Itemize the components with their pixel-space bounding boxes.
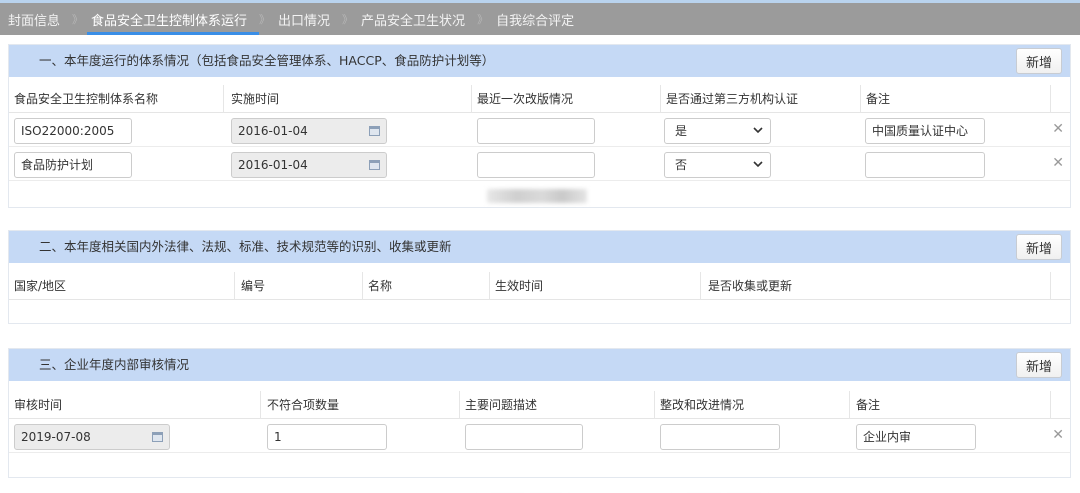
tab-cover-info[interactable]: 封面信息 (8, 3, 60, 35)
rectification-input[interactable] (660, 424, 780, 450)
tab-separator-icon: 》 (72, 13, 83, 26)
audit-date-input[interactable]: 2019-07-08 (14, 424, 170, 450)
system-name-input[interactable]: 食品防护计划 (14, 152, 132, 178)
column-header: 不符合项数量 (267, 398, 340, 412)
close-icon[interactable]: ✕ (1052, 155, 1064, 171)
tab-separator-icon: 》 (477, 13, 488, 26)
calendar-icon[interactable] (152, 432, 163, 442)
tab-self-evaluation[interactable]: 自我综合评定 (496, 3, 574, 35)
tab-separator-icon: 》 (259, 13, 270, 26)
section-title: 二、本年度相关国内外法律、法规、标准、技术规范等的识别、收集或更新 (39, 239, 452, 254)
tab-product-safety[interactable]: 产品安全卫生状况 (361, 3, 465, 35)
remark-input[interactable]: 中国质量认证中心 (865, 118, 985, 144)
column-header: 备注 (856, 398, 881, 412)
revision-input[interactable] (477, 118, 595, 144)
tab-separator-icon: 》 (342, 13, 353, 26)
section-regulations: 二、本年度相关国内外法律、法规、标准、技术规范等的识别、收集或更新 新增 国家/… (8, 230, 1071, 324)
add-system-button[interactable]: 新增 (1016, 48, 1062, 74)
column-header: 审核时间 (14, 398, 63, 412)
revision-input[interactable] (477, 152, 595, 178)
section-header: 一、本年度运行的体系情况（包括食品安全管理体系、HACCP、食品防护计划等） 新… (9, 45, 1070, 77)
close-icon[interactable]: ✕ (1052, 427, 1064, 443)
tab-export-status[interactable]: 出口情况 (278, 3, 330, 35)
calendar-icon[interactable] (369, 126, 380, 136)
chevron-down-icon (753, 127, 763, 134)
table-header: 审核时间 不符合项数量 主要问题描述 整改和改进情况 备注 (9, 391, 1070, 419)
column-header: 备注 (866, 92, 891, 106)
remark-input[interactable]: 企业内审 (856, 424, 976, 450)
column-header: 是否通过第三方机构认证 (666, 92, 799, 106)
issue-description-input[interactable] (465, 424, 583, 450)
column-header: 最近一次改版情况 (477, 92, 574, 106)
remark-input[interactable] (865, 152, 985, 178)
nonconformity-count-input[interactable]: 1 (267, 424, 387, 450)
tab-food-safety-system[interactable]: 食品安全卫生控制体系运行 (87, 3, 260, 35)
column-header: 是否收集或更新 (708, 279, 793, 293)
system-name-input[interactable]: ISO22000:2005 (14, 118, 132, 144)
table-header: 国家/地区 编号 名称 生效时间 是否收集或更新 (9, 272, 1070, 300)
section-title: 一、本年度运行的体系情况（包括食品安全管理体系、HACCP、食品防护计划等） (39, 53, 495, 68)
close-icon[interactable]: ✕ (1052, 121, 1064, 137)
add-regulation-button[interactable]: 新增 (1016, 234, 1062, 260)
table-row: 2019-07-08 1 企业内审 ✕ (9, 419, 1070, 453)
table-header: 食品安全卫生控制体系名称 实施时间 最近一次改版情况 是否通过第三方机构认证 备… (9, 85, 1070, 113)
column-header: 整改和改进情况 (660, 398, 745, 412)
redacted-content (487, 189, 587, 203)
column-header: 编号 (241, 279, 266, 293)
table-row: ISO22000:2005 2016-01-04 是 中国质量认证中心 ✕ (9, 113, 1070, 203)
section-internal-audit: 三、企业年度内部审核情况 新增 审核时间 不符合项数量 主要问题描述 整改和改进… (8, 348, 1071, 478)
calendar-icon[interactable] (369, 160, 380, 170)
add-audit-button[interactable]: 新增 (1016, 352, 1062, 378)
section-header: 二、本年度相关国内外法律、法规、标准、技术规范等的识别、收集或更新 新增 (9, 231, 1070, 263)
section-header: 三、企业年度内部审核情况 新增 (9, 349, 1070, 381)
implementation-date-input[interactable]: 2016-01-04 (231, 152, 387, 178)
certified-select[interactable]: 是 (664, 118, 771, 144)
table-row: 食品防护计划 2016-01-04 否 ✕ (9, 147, 1070, 181)
top-tab-bar: 封面信息 》 食品安全卫生控制体系运行 》 出口情况 》 产品安全卫生状况 》 … (0, 0, 1080, 35)
implementation-date-input[interactable]: 2016-01-04 (231, 118, 387, 144)
column-header: 主要问题描述 (465, 398, 538, 412)
column-header: 生效时间 (495, 279, 544, 293)
section-title: 三、企业年度内部审核情况 (39, 357, 190, 372)
column-header: 食品安全卫生控制体系名称 (14, 92, 159, 106)
certified-select[interactable]: 否 (664, 152, 771, 178)
chevron-down-icon (753, 161, 763, 168)
column-header: 国家/地区 (14, 279, 67, 293)
column-header: 实施时间 (231, 92, 280, 106)
section-system-operation: 一、本年度运行的体系情况（包括食品安全管理体系、HACCP、食品防护计划等） 新… (8, 44, 1071, 208)
column-header: 名称 (368, 279, 393, 293)
